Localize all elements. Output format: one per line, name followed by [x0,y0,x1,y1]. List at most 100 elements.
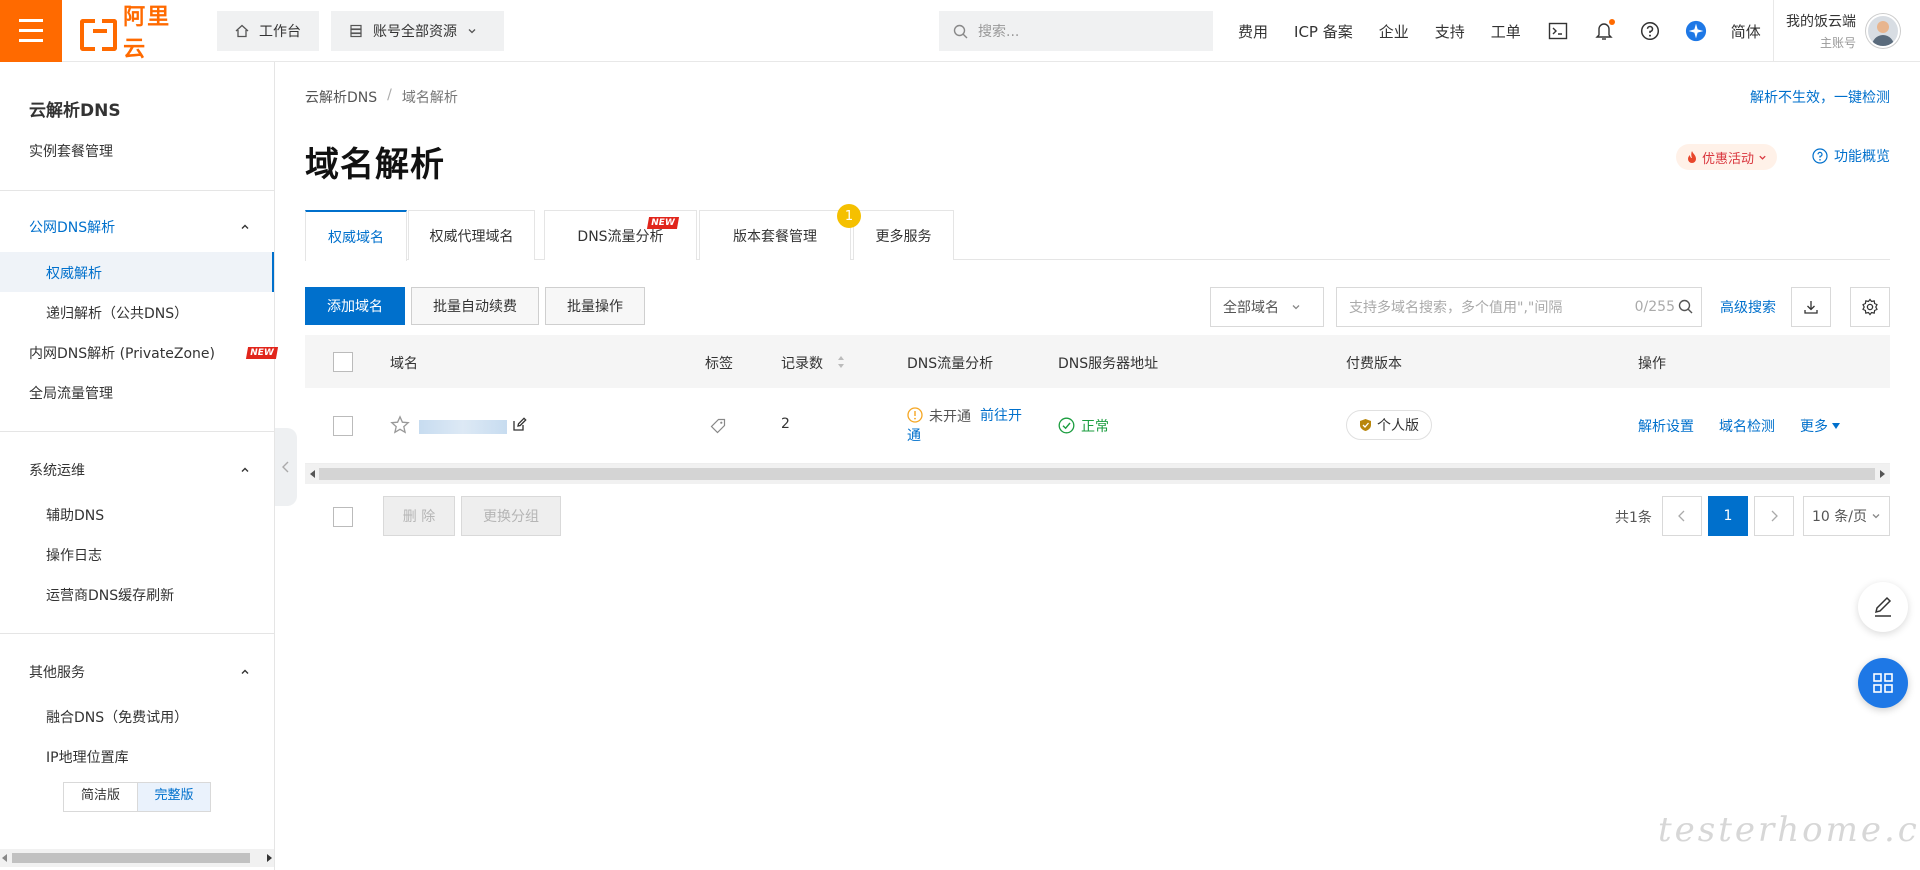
chevron-up-icon[interactable] [240,222,250,232]
hamburger-menu-icon[interactable] [0,0,62,62]
workbench-button[interactable]: 工作台 [217,10,319,51]
prev-page-button[interactable] [1662,496,1702,536]
help-icon[interactable] [1639,20,1661,42]
domain-check-link[interactable]: 域名检测 [1719,416,1775,436]
advanced-search-link[interactable]: 高级搜索 [1720,297,1776,317]
edit-icon[interactable] [512,417,527,432]
version-simple-button[interactable]: 简洁版 [64,783,137,811]
top-link-ticket[interactable]: 工单 [1491,21,1521,42]
tag-icon[interactable] [710,418,726,434]
avatar[interactable] [1866,14,1900,48]
search-icon[interactable] [1678,299,1693,314]
sort-icon[interactable] [836,354,846,370]
page-size-select[interactable]: 10 条/页 [1803,496,1890,536]
promo-dropdown[interactable]: 优惠活动 [1676,144,1778,170]
sidebar-divider [0,633,274,634]
domain-search-input[interactable]: 支持多域名搜索，多个值用","间隔 0/255 [1336,287,1702,327]
scroll-left-arrow-icon[interactable] [1,854,9,862]
scrollbar-thumb[interactable] [319,468,1875,480]
sidebar-scrollbar[interactable] [0,849,274,867]
server-status: 正常 [1081,419,1109,435]
sidebar-group-other[interactable]: 其他服务 [29,662,85,682]
sidebar-collapse-handle[interactable] [275,428,297,506]
table-header: 域名 标签 记录数 DNS流量分析 DNS服务器地址 付费版本 操作 [305,335,1890,388]
delete-button[interactable]: 删 除 [383,496,455,536]
change-group-button[interactable]: 更换分组 [461,496,561,536]
sidebar-item-op-log[interactable]: 操作日志 [46,545,102,565]
batch-renew-button[interactable]: 批量自动续费 [411,287,539,325]
row-checkbox[interactable] [333,416,353,436]
user-menu[interactable]: 我的饭云端 主账号 [1773,0,1900,62]
scroll-right-arrow-icon[interactable] [265,854,273,862]
sidebar-item-private-zone[interactable]: 内网DNS解析 (PrivateZone) [29,343,215,363]
feedback-button[interactable] [1858,582,1908,632]
sidebar-item-ip-geo[interactable]: IP地理位置库 [46,747,129,767]
add-domain-button[interactable]: 添加域名 [305,287,405,325]
grid-icon [1873,673,1893,693]
table-scrollbar[interactable] [305,464,1890,484]
user-info: 我的饭云端 主账号 [1786,11,1856,51]
sidebar-item-fusion-dns[interactable]: 融合DNS（免费试用） [46,707,188,727]
scroll-left-arrow-icon[interactable] [309,470,317,478]
sidebar-item-isp-cache[interactable]: 运营商DNS缓存刷新 [46,585,174,605]
tab-dns-traffic[interactable]: DNS流量分析 NEW [544,210,697,260]
chevron-up-icon[interactable] [240,465,250,475]
global-search-placeholder: 搜索... [978,24,1020,40]
breadcrumb-root[interactable]: 云解析DNS [305,87,377,107]
resolve-settings-link[interactable]: 解析设置 [1638,416,1694,436]
sidebar-item-assist-dns[interactable]: 辅助DNS [46,505,104,525]
ai-assistant-icon[interactable] [1685,20,1707,42]
notification-dot [1608,19,1615,25]
terminal-icon[interactable] [1547,20,1569,42]
bell-icon[interactable] [1593,19,1615,42]
download-button[interactable] [1791,287,1831,327]
sidebar-item-instance[interactable]: 实例套餐管理 [29,141,113,161]
one-click-check-link[interactable]: 解析不生效，一键检测 [1750,87,1890,107]
domain-scope-select[interactable]: 全部域名 [1210,287,1324,327]
footer-select-all-checkbox[interactable] [333,507,353,527]
sidebar-divider [0,431,274,432]
more-ops-link[interactable]: 更多 [1800,416,1828,436]
sidebar-group-ops[interactable]: 系统运维 [29,460,85,480]
chevron-up-icon[interactable] [240,667,250,677]
top-link-fees[interactable]: 费用 [1238,21,1268,42]
global-search-input[interactable]: 搜索... [939,11,1213,51]
next-page-button[interactable] [1754,496,1794,536]
feature-overview-link[interactable]: 功能概览 [1812,146,1890,166]
tab-more-services[interactable]: 更多服务 [853,210,954,260]
domain-name-redacted[interactable] [419,420,507,434]
caret-down-icon[interactable] [1831,422,1841,430]
traffic-enable-link[interactable]: 前往开通 [907,406,1027,446]
sidebar-item-recursive[interactable]: 递归解析（公共DNS） [46,303,188,323]
apps-button[interactable] [1858,658,1908,708]
page-number-button[interactable]: 1 [1708,496,1748,536]
sidebar-item-auth-resolve[interactable]: 权威解析 [46,263,102,283]
header-dns-traffic: DNS流量分析 [907,356,994,372]
top-link-icp[interactable]: ICP 备案 [1294,21,1353,42]
header-edition: 付费版本 [1346,356,1402,372]
aliyun-logo-mark [80,18,118,51]
aliyun-logo[interactable]: 阿里云 [80,5,190,62]
top-link-enterprise[interactable]: 企业 [1379,21,1409,42]
top-link-support[interactable]: 支持 [1435,21,1465,42]
page-title: 域名解析 [305,145,445,185]
settings-button[interactable] [1850,287,1890,327]
language-switch[interactable]: 简体 [1731,21,1761,42]
top-navigation-bar: 阿里云 工作台 账号全部资源 搜索... 费用 ICP 备案 企业 支持 工单 … [0,0,1920,62]
batch-operation-button[interactable]: 批量操作 [545,287,645,325]
select-all-checkbox[interactable] [333,352,353,372]
sidebar-item-global-traffic[interactable]: 全局流量管理 [29,383,113,403]
resources-dropdown[interactable]: 账号全部资源 [331,10,504,51]
tab-plan-management[interactable]: 版本套餐管理 [699,210,851,260]
scrollbar-thumb[interactable] [12,853,250,863]
sidebar-group-public-dns[interactable]: 公网DNS解析 [29,217,115,237]
tab-authoritative-domain[interactable]: 权威域名 [305,210,407,261]
tab-proxy-domain[interactable]: 权威代理域名 [408,210,535,260]
shield-icon [1360,419,1371,431]
workbench-label: 工作台 [259,23,301,40]
domain-search-placeholder: 支持多域名搜索，多个值用","间隔 [1349,300,1563,316]
version-full-button[interactable]: 完整版 [137,783,210,811]
star-icon[interactable] [390,415,410,435]
scroll-right-arrow-icon[interactable] [1878,470,1886,478]
new-badge: NEW [245,347,278,359]
